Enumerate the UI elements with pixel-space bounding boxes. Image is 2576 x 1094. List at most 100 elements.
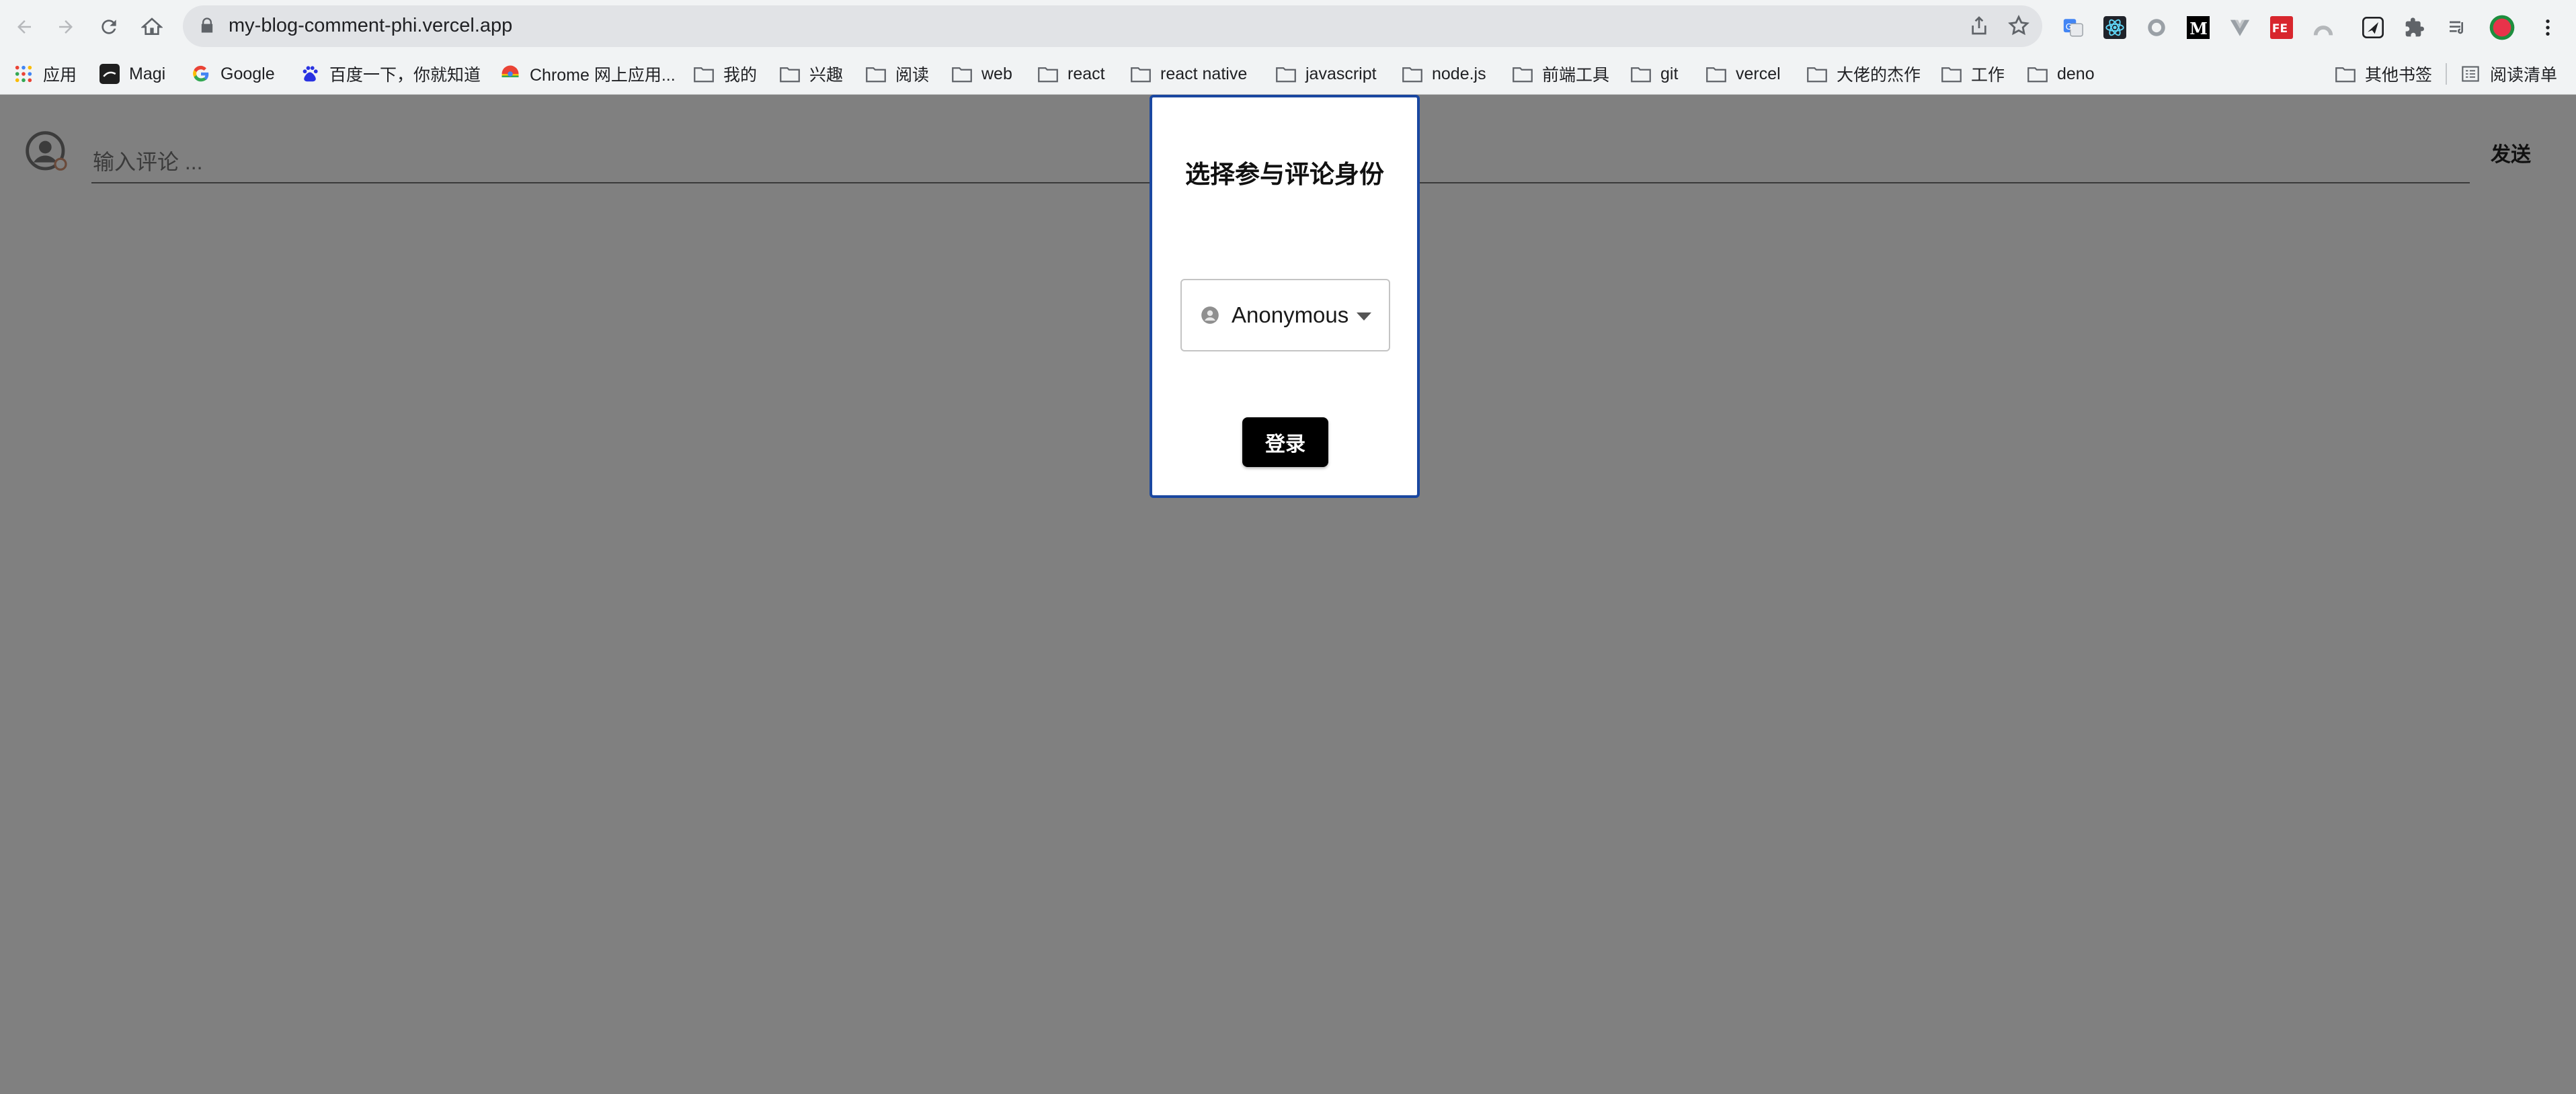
send-button[interactable]: 发送 — [2481, 136, 2541, 169]
share-icon[interactable] — [1968, 14, 1990, 37]
browser-toolbar: my-blog-comment-phi.vercel.app G M FE — [0, 0, 2576, 54]
media-controls-button[interactable] — [2443, 13, 2472, 42]
bookmark-label: javascript — [1305, 64, 1377, 83]
bookmark-magi[interactable]: Magi — [99, 60, 165, 87]
folder-icon — [1276, 64, 1296, 84]
circle-icon — [2148, 19, 2165, 36]
address-bar[interactable]: my-blog-comment-phi.vercel.app — [183, 5, 2042, 47]
arrow-left-icon — [17, 20, 31, 34]
svg-text:M: M — [2189, 19, 2208, 38]
bookmark-label: 大佬的杰作 — [1837, 66, 1921, 85]
bookmark-folder-frontend-tools[interactable]: 前端工具 — [1513, 60, 1609, 87]
bookmark-label: Magi — [129, 64, 166, 83]
modal-title: 选择参与评论身份 — [1185, 161, 1384, 188]
arc-extension[interactable] — [2308, 13, 2338, 42]
bookmarks-divider — [2446, 63, 2447, 85]
profile-button[interactable] — [2487, 13, 2517, 42]
bookmark-folder-web[interactable]: web — [952, 60, 1012, 87]
bookmark-label: react native — [1160, 64, 1248, 83]
svg-text:G: G — [2066, 22, 2072, 32]
bookmark-baidu[interactable]: 百度一下，你就知道 — [300, 60, 481, 87]
folder-icon — [866, 64, 886, 84]
browser-menu-button[interactable] — [2533, 13, 2563, 42]
kebab-menu-icon — [2546, 19, 2550, 36]
folder-icon — [1131, 64, 1151, 84]
react-devtools-extension[interactable] — [2100, 13, 2130, 42]
bookmark-folder-wode[interactable]: 我的 — [694, 60, 757, 87]
bookmark-folder-vercel[interactable]: vercel — [1706, 60, 1781, 87]
home-icon — [141, 17, 163, 35]
translate-extension[interactable]: G — [2058, 13, 2088, 42]
reading-list-icon — [2460, 64, 2481, 84]
bookmark-label: react — [1068, 64, 1105, 83]
bookmark-label: git — [1660, 64, 1679, 83]
bookmark-folder-react-native[interactable]: react native — [1131, 60, 1247, 87]
puzzle-icon — [2405, 17, 2424, 37]
bookmark-label: 百度一下，你就知道 — [329, 66, 481, 85]
identity-select[interactable]: Anonymous — [1180, 279, 1390, 351]
fe-helper-icon: FE — [2270, 16, 2293, 39]
bookmark-folder-deno[interactable]: deno — [2027, 60, 2095, 87]
magi-icon — [99, 64, 120, 84]
bookmark-folder-work[interactable]: 工作 — [1941, 60, 2005, 87]
fe-extension[interactable]: FE — [2267, 13, 2296, 42]
bookmark-label: 阅读 — [895, 66, 930, 85]
apps-grid-icon — [13, 64, 34, 84]
bookmark-label: 兴趣 — [809, 66, 844, 85]
bookmark-label: 前端工具 — [1542, 66, 1610, 85]
star-icon[interactable] — [2007, 14, 2030, 37]
back-button[interactable] — [5, 8, 43, 46]
extensions-button[interactable] — [2400, 13, 2429, 42]
home-button[interactable] — [133, 8, 171, 46]
bookmark-label: 应用 — [43, 66, 77, 85]
folder-icon — [1706, 64, 1726, 84]
svg-text:FE: FE — [2272, 22, 2288, 36]
send-extension[interactable] — [2358, 13, 2388, 42]
folder-icon — [1941, 64, 1962, 84]
bookmark-google[interactable]: Google — [191, 60, 275, 87]
folder-icon — [952, 64, 972, 84]
folder-icon — [780, 64, 800, 84]
user-circle-icon — [1201, 306, 1219, 325]
circle-extension[interactable] — [2142, 13, 2171, 42]
reading-list[interactable]: 阅读清单 — [2460, 60, 2557, 87]
chevron-down-icon — [1357, 312, 1371, 321]
bookmark-folder-masterpieces[interactable]: 大佬的杰作 — [1807, 60, 1921, 87]
medium-icon: M — [2187, 16, 2210, 39]
folder-icon — [1038, 64, 1058, 84]
user-avatar-icon — [26, 131, 67, 171]
folder-icon — [1807, 64, 1827, 84]
bookmark-label: web — [981, 64, 1012, 83]
medium-extension[interactable]: M — [2183, 13, 2213, 42]
folder-icon — [2027, 64, 2048, 84]
identity-modal: 选择参与评论身份 Anonymous 登录 — [1150, 95, 1420, 498]
bookmark-chrome-store[interactable]: Chrome 网上应用... — [500, 60, 676, 87]
bookmark-apps[interactable]: 应用 — [13, 60, 77, 87]
folder-icon — [1402, 64, 1422, 84]
bookmark-folder-react[interactable]: react — [1038, 60, 1105, 87]
vue-devtools-extension[interactable] — [2225, 13, 2255, 42]
folder-icon — [1513, 64, 1533, 84]
chrome-store-icon — [500, 64, 520, 84]
folder-icon — [1631, 64, 1651, 84]
profile-avatar-icon — [2489, 15, 2515, 40]
forward-button[interactable] — [47, 8, 85, 46]
url-text: my-blog-comment-phi.vercel.app — [229, 15, 513, 36]
bookmark-folder-javascript[interactable]: javascript — [1276, 60, 1377, 87]
bookmark-label: 工作 — [1971, 66, 2005, 85]
bookmark-folder-git[interactable]: git — [1631, 60, 1678, 87]
bookmark-other[interactable]: 其他书签 — [2335, 60, 2432, 87]
bookmark-folder-yuedu[interactable]: 阅读 — [866, 60, 929, 87]
bookmarks-bar: 应用 Magi Google 百度一下，你就知道 Chrome 网上应用... … — [0, 54, 2576, 95]
login-button[interactable]: 登录 — [1242, 417, 1328, 467]
bookmark-label: 阅读清单 — [2490, 66, 2558, 85]
reload-button[interactable] — [90, 8, 128, 46]
paper-plane-icon — [2362, 17, 2384, 38]
bookmark-label: 其他书签 — [2365, 66, 2433, 85]
bookmark-label: vercel — [1736, 64, 1781, 83]
react-icon — [2103, 16, 2126, 39]
bookmark-folder-nodejs[interactable]: node.js — [1402, 60, 1486, 87]
bookmark-folder-xingqu[interactable]: 兴趣 — [780, 60, 843, 87]
bookmark-label: deno — [2057, 64, 2095, 83]
folder-icon — [694, 64, 714, 84]
